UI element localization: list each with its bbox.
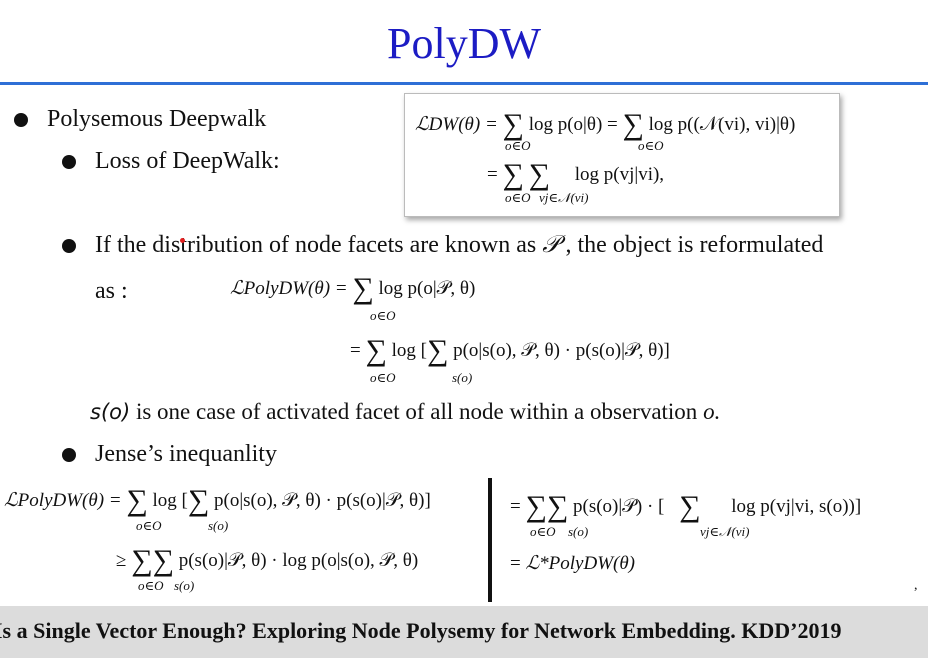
title-rule bbox=[0, 82, 928, 85]
jensen-right-line2: = ℒ*PolyDW(θ) bbox=[510, 553, 636, 574]
jensen-right-sub: vj∈𝒩(vi) bbox=[700, 524, 750, 539]
bullet-loss-of-deepwalk: Loss of DeepWalk: bbox=[95, 148, 280, 174]
deepwalk-sub: o∈O bbox=[505, 190, 531, 205]
slide-title: PolyDW bbox=[387, 19, 541, 68]
jensen-left-sub: s(o) bbox=[174, 578, 195, 593]
bullet-polysemous-deepwalk: Polysemous Deepwalk bbox=[47, 106, 267, 132]
polydw-eq-line1: ℒPolyDW(θ) = ∑ log p(o|𝒫, θ) bbox=[230, 272, 476, 305]
polydw-eq-line2: = ∑ log [∑ p(o|s(o), 𝒫, θ) · p(s(o)|𝒫, θ… bbox=[350, 334, 670, 367]
tick-mark: , bbox=[914, 578, 918, 593]
citation-text: Is a Single Vector Enough? Exploring Nod… bbox=[0, 618, 842, 643]
jensen-right-sub: s(o) bbox=[568, 524, 589, 539]
deepwalk-sub: o∈O bbox=[638, 138, 664, 153]
facet-note: s(o) is one case of activated facet of a… bbox=[90, 399, 721, 424]
deepwalk-eq-line1: ℒDW(θ) = ∑ log p(o|θ) = ∑ log p((𝒩(vi), … bbox=[415, 108, 796, 141]
jensen-right-line1: = ∑∑ p(s(o)|𝒫) · [ ∑ log p(vj|vi, s(o))] bbox=[510, 490, 862, 523]
deepwalk-sub: vj∈𝒩(vi) bbox=[539, 190, 589, 205]
polydw-sub: s(o) bbox=[452, 370, 473, 385]
polydw-sub: o∈O bbox=[370, 308, 396, 323]
deepwalk-sub: o∈O bbox=[505, 138, 531, 153]
polydw-sub: o∈O bbox=[370, 370, 396, 385]
citation-footer: Is a Single Vector Enough? Exploring Nod… bbox=[0, 606, 928, 658]
jensen-left-sub: s(o) bbox=[208, 518, 229, 533]
bullet-as-label: as : bbox=[95, 278, 128, 304]
bullet-dot bbox=[62, 155, 76, 169]
pointer-dot bbox=[180, 238, 185, 243]
deepwalk-equation-box: ℒDW(θ) = ∑ log p(o|θ) = ∑ log p((𝒩(vi), … bbox=[404, 93, 840, 217]
jensen-left-line2: ≥ ∑∑ p(s(o)|𝒫, θ) · log p(o|s(o), 𝒫, θ) bbox=[116, 544, 419, 577]
bullet-jensen-inequality: Jense’s inequanlity bbox=[95, 441, 277, 467]
bullet-dot bbox=[62, 239, 76, 253]
bullet-dot bbox=[14, 113, 28, 127]
jensen-left-sub: o∈O bbox=[138, 578, 164, 593]
bullet-dot bbox=[62, 448, 76, 462]
jensen-left-sub: o∈O bbox=[136, 518, 162, 533]
jensen-right-sub: o∈O bbox=[530, 524, 556, 539]
jensen-left-line1: ℒPolyDW(θ) = ∑ log [∑ p(o|s(o), 𝒫, θ) · … bbox=[4, 484, 431, 517]
equation-divider bbox=[488, 478, 492, 602]
bullet-distribution-text: If the distribution of node facets are k… bbox=[95, 232, 824, 258]
deepwalk-eq-line2: = ∑ ∑ log p(vj|vi), bbox=[487, 158, 665, 191]
